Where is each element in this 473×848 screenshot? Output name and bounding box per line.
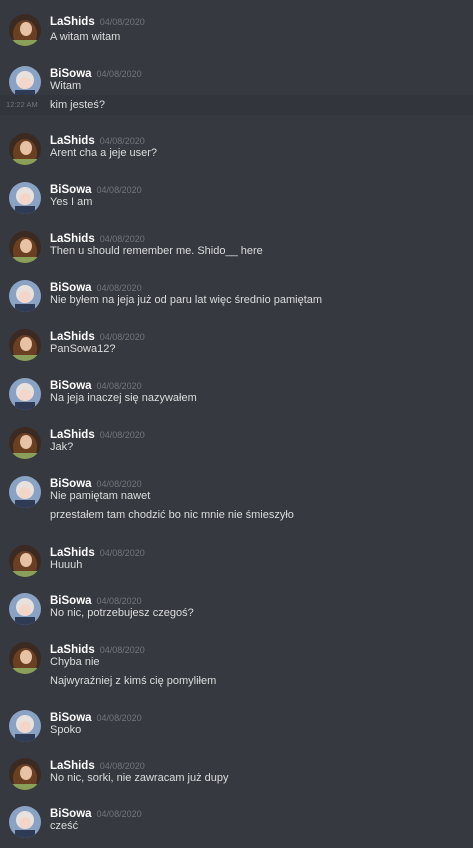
message-text: No nic, sorki, nie zawracam już dupy <box>50 772 229 784</box>
message-line: cześć <box>0 816 473 836</box>
message-text: Jak? <box>50 441 74 453</box>
message-line: Huuuh <box>0 555 473 575</box>
message-line: przestałem tam chodzić bo nic mnie nie ś… <box>0 505 473 525</box>
message-line-hovered[interactable]: 12:22 AM kim jesteś? <box>0 95 473 115</box>
message-line: No nic, potrzebujesz czegoś? <box>0 603 473 623</box>
message-line: Chyba nie <box>0 652 473 672</box>
message-text: Arent cha a jeje user? <box>50 147 158 159</box>
message-line: Nie byłem na jeja już od paru lat więc ś… <box>0 290 473 310</box>
message-text: PanSowa12? <box>50 343 116 355</box>
message-line: PanSowa12? <box>0 339 473 359</box>
message-line: Witam <box>0 76 473 96</box>
message-text: Najwyraźniej z kimś cię pomyliłem <box>50 675 217 687</box>
message-text: cześć <box>50 820 79 832</box>
message-line: Nie pamiętam nawet <box>0 486 473 506</box>
message-text: Spoko <box>50 724 82 736</box>
message-text: Nie byłem na jeja już od paru lat więc ś… <box>50 294 323 306</box>
message-line: Arent cha a jeje user? <box>0 143 473 163</box>
message-text: No nic, potrzebujesz czegoś? <box>50 607 194 619</box>
message-text: Then u should remember me. Shido__ here <box>50 245 263 257</box>
chat-messages: LaShids 04/08/2020 A witam witam BiSowa 04… <box>0 0 473 848</box>
message-text: Na jeja inaczej się nazywałem <box>50 392 197 404</box>
message-text: Yes I am <box>50 196 93 208</box>
message-text: Huuuh <box>50 559 83 571</box>
message-timestamp: 04/08/2020 <box>99 17 145 27</box>
message-line: A witam witam <box>0 27 473 47</box>
message-line: Spoko <box>0 720 473 740</box>
message-line: Then u should remember me. Shido__ here <box>0 241 473 261</box>
message-line: Jak? <box>0 437 473 457</box>
message-text: kim jesteś? <box>50 99 106 111</box>
message-text: Nie pamiętam nawet <box>50 490 151 502</box>
hover-timestamp: 12:22 AM <box>6 100 38 109</box>
message-text: przestałem tam chodzić bo nic mnie nie ś… <box>50 509 294 521</box>
message-text: Chyba nie <box>50 656 100 668</box>
message-text: A witam witam <box>50 31 121 43</box>
message-line: Na jeja inaczej się nazywałem <box>0 388 473 408</box>
message-line: No nic, sorki, nie zawracam już dupy <box>0 768 473 788</box>
message-text: Witam <box>50 80 82 92</box>
message-line: Yes I am <box>0 192 473 212</box>
message-line: Najwyraźniej z kimś cię pomyliłem <box>0 671 473 691</box>
